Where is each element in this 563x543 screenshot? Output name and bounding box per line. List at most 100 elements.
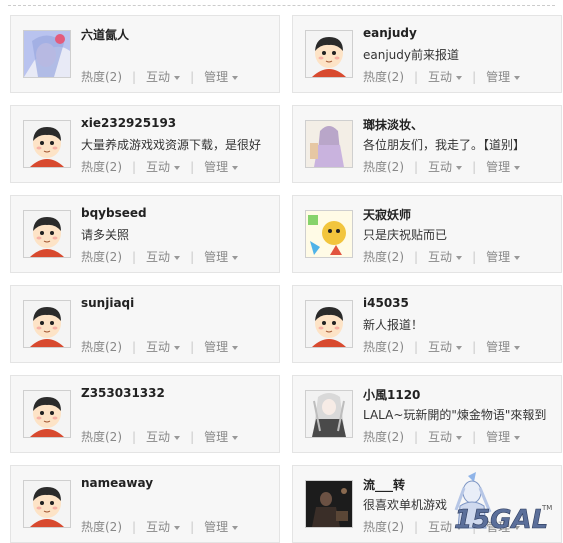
user-name-link[interactable]: sunjiaqi bbox=[81, 296, 134, 310]
action-separator: | bbox=[472, 339, 477, 354]
heat-link[interactable]: 热度(2) bbox=[81, 158, 122, 175]
user-actions: 热度(2) | 互动 | 管理 bbox=[363, 158, 521, 175]
avatar[interactable] bbox=[305, 210, 353, 258]
heat-link[interactable]: 热度(2) bbox=[81, 68, 122, 85]
manage-label: 管理 bbox=[204, 430, 229, 444]
user-name-link[interactable]: nameaway bbox=[81, 476, 153, 490]
default-avatar-icon bbox=[24, 391, 70, 437]
user-name-link[interactable]: eanjudy bbox=[363, 26, 417, 40]
action-separator: | bbox=[414, 69, 419, 84]
manage-dropdown[interactable]: 管理 bbox=[204, 338, 239, 355]
interact-label: 互动 bbox=[428, 250, 453, 264]
heat-link[interactable]: 热度(2) bbox=[81, 428, 122, 445]
manage-dropdown[interactable]: 管理 bbox=[204, 518, 239, 535]
interact-dropdown[interactable]: 互动 bbox=[428, 68, 463, 85]
avatar[interactable] bbox=[23, 300, 71, 348]
user-actions: 热度(2) | 互动 | 管理 bbox=[363, 428, 521, 445]
user-status-text: 各位朋友们，我走了。【道别】 bbox=[363, 138, 526, 152]
default-avatar-icon bbox=[24, 121, 70, 167]
interact-dropdown[interactable]: 互动 bbox=[146, 428, 181, 445]
manage-dropdown[interactable]: 管理 bbox=[486, 68, 521, 85]
user-name-link[interactable]: 瑯抹淡妆、 bbox=[363, 116, 423, 133]
chevron-down-icon bbox=[174, 525, 181, 530]
site-watermark: 15GAL TM bbox=[446, 470, 558, 535]
user-name-link[interactable]: xie232925193 bbox=[81, 116, 176, 130]
avatar[interactable] bbox=[23, 390, 71, 438]
heat-link[interactable]: 热度(2) bbox=[363, 68, 404, 85]
user-name-link[interactable]: 六道氤人 bbox=[81, 26, 129, 43]
avatar[interactable] bbox=[305, 300, 353, 348]
user-name-link[interactable]: 流___转 bbox=[363, 476, 405, 493]
interact-label: 互动 bbox=[428, 340, 453, 354]
user-name-link[interactable]: bqybseed bbox=[81, 206, 147, 220]
interact-dropdown[interactable]: 互动 bbox=[428, 338, 463, 355]
anime-avatar-icon bbox=[306, 481, 352, 527]
heat-link[interactable]: 热度(2) bbox=[363, 248, 404, 265]
user-card: 小風1120 LALA~玩新開的"煉金物语"來報到 热度(2) | 互动 | 管… bbox=[292, 375, 562, 453]
chevron-down-icon bbox=[514, 435, 521, 440]
user-name-link[interactable]: 小風1120 bbox=[363, 386, 420, 403]
user-card: Z353031332 热度(2) | 互动 | 管理 bbox=[10, 375, 280, 453]
action-separator: | bbox=[190, 519, 195, 534]
interact-dropdown[interactable]: 互动 bbox=[428, 428, 463, 445]
action-separator: | bbox=[472, 159, 477, 174]
user-status-text: LALA~玩新開的"煉金物语"來報到 bbox=[363, 408, 547, 422]
interact-label: 互动 bbox=[146, 70, 171, 84]
avatar[interactable] bbox=[23, 120, 71, 168]
action-separator: | bbox=[132, 339, 137, 354]
chevron-down-icon bbox=[232, 165, 239, 170]
manage-dropdown[interactable]: 管理 bbox=[204, 428, 239, 445]
manage-dropdown[interactable]: 管理 bbox=[486, 338, 521, 355]
avatar[interactable] bbox=[305, 390, 353, 438]
manage-dropdown[interactable]: 管理 bbox=[486, 248, 521, 265]
manage-dropdown[interactable]: 管理 bbox=[486, 158, 521, 175]
svg-text:15GAL: 15GAL bbox=[454, 505, 548, 534]
heat-link[interactable]: 热度(2) bbox=[81, 518, 122, 535]
user-name-link[interactable]: i45035 bbox=[363, 296, 409, 310]
user-name-link[interactable]: Z353031332 bbox=[81, 386, 165, 400]
action-separator: | bbox=[414, 429, 419, 444]
default-avatar-icon bbox=[24, 211, 70, 257]
chevron-down-icon bbox=[232, 345, 239, 350]
chevron-down-icon bbox=[232, 255, 239, 260]
manage-dropdown[interactable]: 管理 bbox=[204, 158, 239, 175]
chevron-down-icon bbox=[514, 345, 521, 350]
interact-dropdown[interactable]: 互动 bbox=[146, 338, 181, 355]
action-separator: | bbox=[190, 429, 195, 444]
interact-dropdown[interactable]: 互动 bbox=[146, 518, 181, 535]
avatar[interactable] bbox=[23, 210, 71, 258]
action-separator: | bbox=[132, 429, 137, 444]
interact-dropdown[interactable]: 互动 bbox=[146, 248, 181, 265]
default-avatar-icon bbox=[24, 481, 70, 527]
chevron-down-icon bbox=[232, 435, 239, 440]
avatar[interactable] bbox=[23, 480, 71, 528]
avatar[interactable] bbox=[305, 480, 353, 528]
avatar[interactable] bbox=[305, 120, 353, 168]
heat-link[interactable]: 热度(2) bbox=[363, 158, 404, 175]
heat-link[interactable]: 热度(2) bbox=[363, 428, 404, 445]
heat-link[interactable]: 热度(2) bbox=[81, 248, 122, 265]
user-actions: 热度(2) | 互动 | 管理 bbox=[363, 68, 521, 85]
interact-dropdown[interactable]: 互动 bbox=[146, 158, 181, 175]
anime-avatar-icon bbox=[24, 31, 70, 77]
action-separator: | bbox=[414, 339, 419, 354]
manage-dropdown[interactable]: 管理 bbox=[204, 248, 239, 265]
interact-dropdown[interactable]: 互动 bbox=[428, 158, 463, 175]
user-card: eanjudy eanjudy前来报道 热度(2) | 互动 | 管理 bbox=[292, 15, 562, 93]
interact-dropdown[interactable]: 互动 bbox=[428, 248, 463, 265]
user-name-link[interactable]: 天寂妖师 bbox=[363, 206, 411, 223]
user-status-text: 只是庆祝贴而已 bbox=[363, 228, 448, 242]
manage-dropdown[interactable]: 管理 bbox=[486, 428, 521, 445]
interact-label: 互动 bbox=[428, 160, 453, 174]
heat-link[interactable]: 热度(2) bbox=[363, 338, 404, 355]
top-divider bbox=[8, 5, 555, 6]
heat-link[interactable]: 热度(2) bbox=[363, 518, 404, 535]
action-separator: | bbox=[472, 429, 477, 444]
manage-dropdown[interactable]: 管理 bbox=[204, 68, 239, 85]
manage-label: 管理 bbox=[486, 340, 511, 354]
interact-dropdown[interactable]: 互动 bbox=[146, 68, 181, 85]
avatar[interactable] bbox=[23, 30, 71, 78]
heat-link[interactable]: 热度(2) bbox=[81, 338, 122, 355]
chevron-down-icon bbox=[456, 255, 463, 260]
avatar[interactable] bbox=[305, 30, 353, 78]
